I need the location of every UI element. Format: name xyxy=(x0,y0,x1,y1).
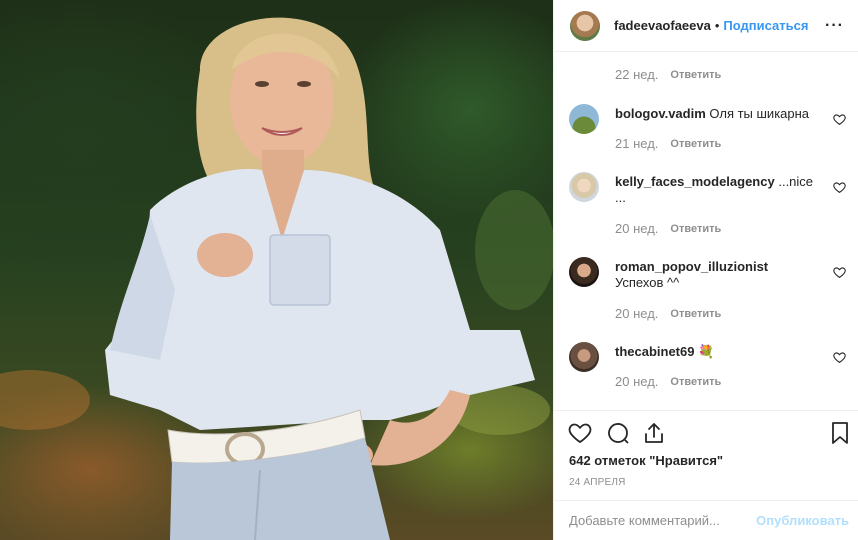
like-heart-icon[interactable] xyxy=(568,421,592,445)
comment-bubble-icon[interactable] xyxy=(606,421,630,445)
comment-text: kelly_faces_modelagency ...nice ... xyxy=(615,174,820,206)
comment-meta: 22 нед. Ответить xyxy=(615,67,721,82)
post-photo-illustration xyxy=(0,17,553,540)
author-username[interactable]: fadeevaofaeeva xyxy=(614,18,711,33)
publish-button[interactable]: Опубликовать xyxy=(756,513,849,528)
follow-button[interactable]: Подписаться xyxy=(723,18,808,33)
like-comment-heart-icon[interactable] xyxy=(833,113,846,126)
like-comment-heart-icon[interactable] xyxy=(833,351,846,364)
comment-text: bologov.vadim Оля ты шикарна xyxy=(615,106,825,122)
reply-button[interactable]: Ответить xyxy=(670,308,721,320)
comment-text: roman_popov_illuzionist Успехов ^^ xyxy=(615,259,825,291)
commenter-avatar[interactable] xyxy=(569,172,599,202)
more-options-icon[interactable]: ··· xyxy=(825,17,844,34)
comments-list[interactable]: 22 нед. Ответить bologov.vadim Оля ты ши… xyxy=(554,52,858,409)
comment-time[interactable]: 20 нед. xyxy=(615,221,658,236)
post-date: 24 АПРЕЛЯ xyxy=(569,477,626,488)
comment-text: thecabinet69 💐 xyxy=(615,344,825,360)
post-side-panel: fadeevaofaeeva • Подписаться ··· 22 нед.… xyxy=(553,0,858,540)
comment-meta: 20 нед. Ответить xyxy=(615,374,721,389)
bookmark-icon[interactable] xyxy=(828,421,852,445)
author-avatar[interactable] xyxy=(570,10,600,41)
comment-time[interactable]: 21 нед. xyxy=(615,136,658,151)
post-actions: 642 отметок "Нравится" 24 АПРЕЛЯ xyxy=(554,410,858,498)
comment-content: 💐 xyxy=(698,344,715,359)
likes-count[interactable]: 642 отметок "Нравится" xyxy=(569,453,723,468)
comment-meta: 20 нед. Ответить xyxy=(615,221,721,236)
reply-button[interactable]: Ответить xyxy=(670,376,721,388)
comment-time[interactable]: 20 нед. xyxy=(615,374,658,389)
comment-content: Оля ты шикарна xyxy=(709,106,810,121)
commenter-username[interactable]: roman_popov_illuzionist xyxy=(615,259,768,274)
reply-button[interactable]: Ответить xyxy=(670,138,721,150)
comment-content: Успехов ^^ xyxy=(615,275,680,290)
post-header: fadeevaofaeeva • Подписаться ··· xyxy=(554,0,858,52)
commenter-avatar[interactable] xyxy=(569,257,599,287)
post-photo[interactable] xyxy=(0,0,553,540)
comment-meta: 20 нед. Ответить xyxy=(615,306,721,321)
like-comment-heart-icon[interactable] xyxy=(833,266,846,279)
commenter-username[interactable]: bologov.vadim xyxy=(615,106,706,121)
comment-meta: 21 нед. Ответить xyxy=(615,136,721,151)
like-comment-heart-icon[interactable] xyxy=(833,181,846,194)
header-separator: • xyxy=(714,18,720,33)
commenter-avatar[interactable] xyxy=(569,104,599,134)
comment-time[interactable]: 22 нед. xyxy=(615,67,658,82)
add-comment-bar: Опубликовать xyxy=(554,500,858,540)
comment-time[interactable]: 20 нед. xyxy=(615,306,658,321)
share-upload-icon[interactable] xyxy=(642,421,666,445)
reply-button[interactable]: Ответить xyxy=(670,69,721,81)
comment-input[interactable] xyxy=(569,513,749,528)
commenter-avatar[interactable] xyxy=(569,342,599,372)
commenter-username[interactable]: thecabinet69 xyxy=(615,344,694,359)
reply-button[interactable]: Ответить xyxy=(670,223,721,235)
commenter-username[interactable]: kelly_faces_modelagency xyxy=(615,174,775,189)
